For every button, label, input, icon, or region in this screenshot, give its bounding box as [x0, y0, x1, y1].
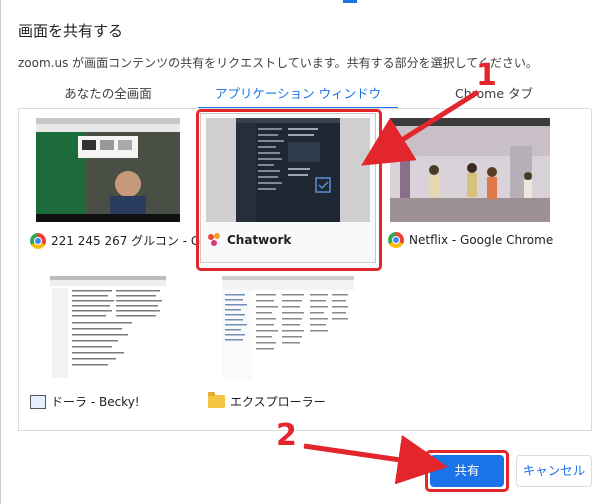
window-item-label: ドーラ - Becky! — [30, 393, 140, 410]
window-item-zoom-meeting[interactable]: 221 245 267 グルコン - G... — [30, 118, 212, 258]
window-title-text: 221 245 267 グルコン - G... — [51, 234, 212, 248]
share-button[interactable]: 共有 — [430, 455, 504, 487]
chrome-icon — [388, 232, 404, 248]
dialog-subtitle: zoom.us が画面コンテンツの共有をリクエストしています。共有する部分を選択… — [18, 56, 538, 70]
window-top-accent — [343, 0, 357, 3]
window-thumbnail — [206, 118, 370, 222]
cancel-button[interactable]: キャンセル — [516, 455, 592, 487]
annotation-number-1: 1 — [476, 58, 497, 93]
window-title-text: エクスプローラー — [230, 395, 326, 409]
window-title-text: Chatwork — [227, 233, 292, 247]
folder-icon — [208, 392, 225, 408]
dialog-title: 画面を共有する — [18, 22, 124, 40]
window-thumbnail — [50, 276, 166, 380]
chrome-icon — [30, 232, 46, 249]
chatwork-icon — [208, 233, 222, 247]
window-thumbnail — [36, 118, 180, 222]
window-item-label: エクスプローラー — [208, 392, 326, 410]
window-title-text: Netflix - Google Chrome — [409, 233, 554, 247]
window-thumbnail — [222, 276, 354, 380]
window-item-label: 221 245 267 グルコン - G... — [30, 232, 212, 249]
annotation-number-2: 2 — [276, 418, 297, 453]
tab-bar: あなたの全画面 アプリケーション ウィンドウ Chrome タブ — [0, 84, 610, 110]
tab-application-window[interactable]: アプリケーション ウィンドウ — [198, 84, 398, 110]
window-item-becky[interactable]: ドーラ - Becky! — [28, 276, 188, 416]
tab-entire-screen[interactable]: あなたの全画面 — [18, 84, 198, 110]
window-thumbnail — [390, 118, 550, 222]
window-title-text: ドーラ - Becky! — [51, 395, 140, 409]
window-item-explorer[interactable]: エクスプローラー — [206, 276, 372, 416]
window-item-label: Netflix - Google Chrome — [388, 232, 553, 248]
window-item-chatwork[interactable]: Chatwork — [206, 118, 372, 258]
window-item-label: Chatwork — [208, 233, 291, 247]
becky-icon — [30, 394, 46, 409]
window-left-edge — [0, 0, 1, 504]
window-item-netflix[interactable]: Netflix - Google Chrome — [384, 118, 554, 258]
arrow-to-share-button — [303, 434, 448, 485]
